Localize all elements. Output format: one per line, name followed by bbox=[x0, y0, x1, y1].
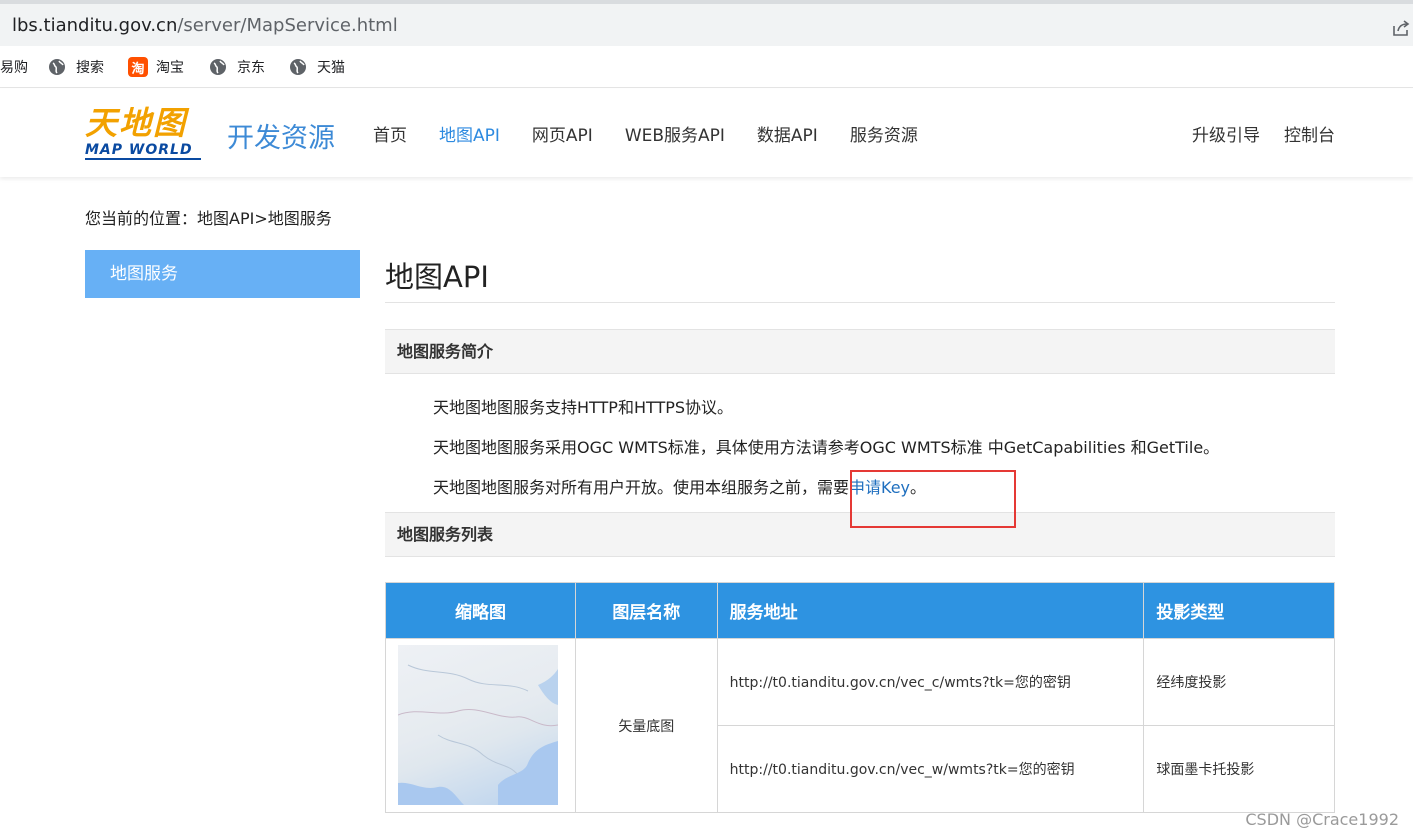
bookmark-jd[interactable]: 京东 bbox=[209, 56, 265, 78]
breadcrumb: 您当前的位置：地图API>地图服务 bbox=[85, 209, 332, 228]
globe-icon bbox=[290, 59, 306, 75]
nav-upgrade-guide[interactable]: 升级引导 bbox=[1192, 121, 1260, 146]
tianditu-logo[interactable]: 天地图 MAP WORLD bbox=[85, 104, 205, 166]
table-row: 矢量底图 http://t0.tianditu.gov.cn/vec_c/wmt… bbox=[385, 638, 1335, 813]
nav-right: 升级引导 控制台 bbox=[1168, 121, 1335, 146]
url-text[interactable]: lbs.tianditu.gov.cn/server/MapService.ht… bbox=[12, 15, 398, 36]
vector-map-thumbnail bbox=[398, 645, 558, 805]
globe-icon bbox=[49, 59, 65, 75]
nav-map-api[interactable]: 地图API bbox=[439, 121, 500, 146]
csdn-watermark: CSDN @Crace1992 bbox=[1245, 810, 1399, 829]
service-url-cell: http://t0.tianditu.gov.cn/vec_w/wmts?tk=… bbox=[716, 725, 1145, 813]
service-url-cell: http://t0.tianditu.gov.cn/vec_c/wmts?tk=… bbox=[716, 638, 1145, 726]
service-table: 缩略图 图层名称 服务地址 投影类型 矢量底图 http://t0.tiandi… bbox=[385, 582, 1335, 813]
intro-line: 天地图地图服务支持HTTP和HTTPS协议。 bbox=[433, 398, 734, 417]
share-icon[interactable] bbox=[1391, 18, 1411, 38]
bookmark-yigou[interactable]: 易购 bbox=[0, 56, 28, 78]
col-layer-name: 图层名称 bbox=[574, 582, 718, 639]
page-title: 地图API bbox=[385, 250, 1335, 303]
highlight-box bbox=[850, 470, 1016, 528]
intro-section-heading: 地图服务简介 bbox=[385, 329, 1335, 374]
col-projection: 投影类型 bbox=[1143, 582, 1335, 639]
nav-service-resources[interactable]: 服务资源 bbox=[850, 121, 918, 146]
nav-web-api[interactable]: 网页API bbox=[532, 121, 593, 146]
bookmark-search[interactable]: 搜索 bbox=[48, 56, 104, 78]
main-content: 地图API 地图服务简介 天地图地图服务支持HTTP和HTTPS协议。 天地图地… bbox=[385, 250, 1335, 813]
col-thumbnail: 缩略图 bbox=[385, 582, 576, 639]
site-header: 天地图 MAP WORLD 开发资源 首页 地图API 网页API WEB服务A… bbox=[0, 89, 1413, 177]
projection-cell: 球面墨卡托投影 bbox=[1143, 725, 1335, 813]
projection-cell: 经纬度投影 bbox=[1143, 638, 1335, 726]
nav-home[interactable]: 首页 bbox=[373, 121, 407, 146]
table-header-row: 缩略图 图层名称 服务地址 投影类型 bbox=[385, 582, 1335, 639]
bookmarks-bar: 易购 搜索 淘 淘宝 京东 天猫 bbox=[0, 46, 1413, 88]
main-nav: 首页 地图API 网页API WEB服务API 数据API 服务资源 bbox=[373, 121, 950, 146]
nav-console[interactable]: 控制台 bbox=[1284, 121, 1335, 146]
globe-icon bbox=[210, 59, 226, 75]
dev-resources-title: 开发资源 bbox=[227, 123, 335, 154]
map-thumbnail-drawing bbox=[398, 664, 558, 805]
intro-line: 天地图地图服务采用OGC WMTS标准，具体使用方法请参考OGC WMTS标准 … bbox=[433, 438, 1220, 457]
nav-web-service-api[interactable]: WEB服务API bbox=[625, 121, 725, 146]
nav-data-api[interactable]: 数据API bbox=[757, 121, 818, 146]
layer-name-cell: 矢量底图 bbox=[574, 638, 718, 813]
bookmark-tmall[interactable]: 天猫 bbox=[289, 56, 345, 78]
col-service-url: 服务地址 bbox=[716, 582, 1145, 639]
address-bar[interactable]: lbs.tianditu.gov.cn/server/MapService.ht… bbox=[0, 0, 1413, 46]
thumbnail-cell bbox=[385, 638, 576, 813]
taobao-icon: 淘 bbox=[128, 57, 148, 77]
sidebar-item-map-service[interactable]: 地图服务 bbox=[85, 250, 360, 298]
bookmark-taobao[interactable]: 淘 淘宝 bbox=[128, 56, 184, 78]
